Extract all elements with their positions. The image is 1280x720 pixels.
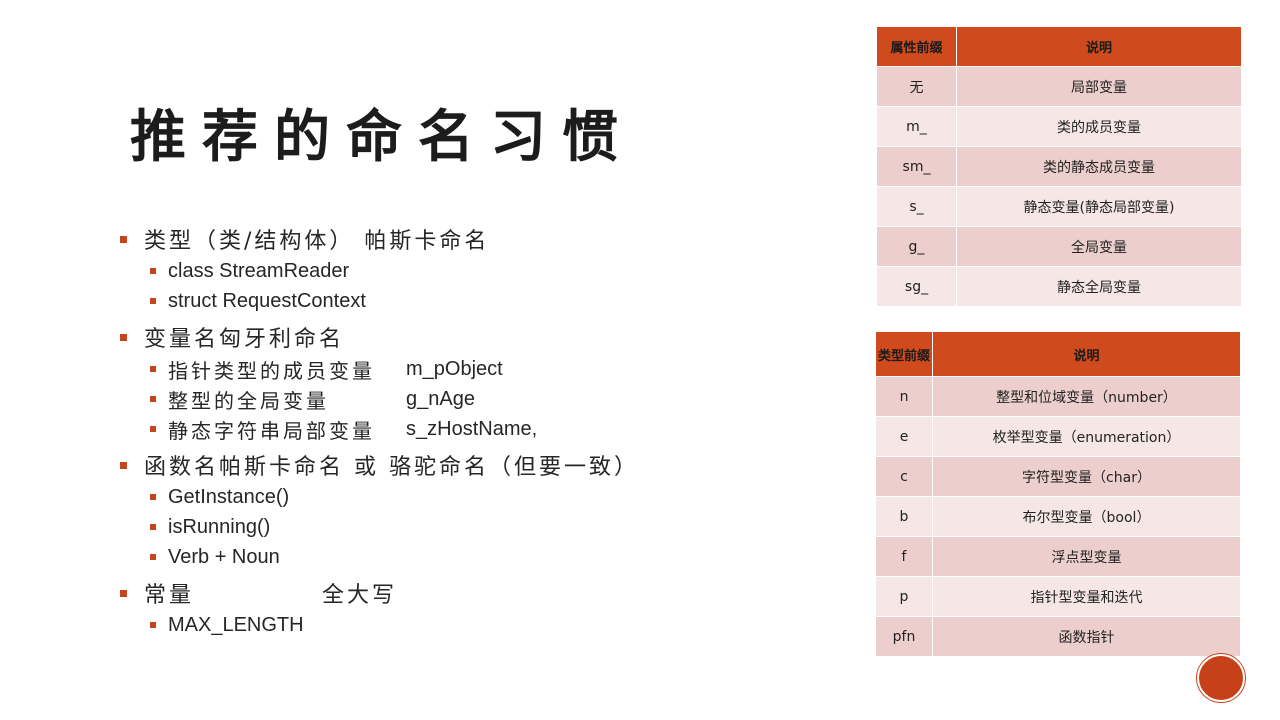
table-cell-prefix: sg_: [876, 266, 957, 307]
square-bullet-icon: [150, 494, 156, 500]
table-cell-prefix: p: [875, 576, 933, 617]
sub-bullet-item: struct RequestContext: [120, 286, 820, 316]
table-row: s_ 静态变量(静态局部变量): [876, 186, 1242, 227]
table-cell-desc: 静态全局变量: [956, 266, 1242, 307]
table-row: sm_ 类的静态成员变量: [876, 146, 1242, 187]
bullet-list: 类型（类/结构体） 帕斯卡命名 class StreamReader struc…: [120, 222, 820, 644]
table-cell-prefix: f: [875, 536, 933, 577]
sub-bullet-desc: 指针类型的成员变量: [168, 358, 375, 383]
sub-bullet-text: isRunning(): [168, 515, 271, 538]
table-row: e 枚举型变量（enumeration）: [875, 416, 1241, 457]
table-cell-desc: 指针型变量和迭代: [932, 576, 1241, 617]
slide-title: 推荐的命名习惯: [130, 104, 634, 170]
table-header-prefix: 类型前缀: [875, 331, 933, 377]
bullet-item: 函数名帕斯卡命名 或 骆驼命名（但要一致）: [120, 448, 820, 482]
bullet-group-variable-naming: 变量名匈牙利命名 指针类型的成员变量 m_pObject 整型的全局变量 g_n…: [120, 320, 820, 444]
type-prefix-table: 类型前缀 说明 n 整型和位域变量（number） e 枚举型变量（enumer…: [875, 331, 1241, 657]
square-bullet-icon: [150, 268, 156, 274]
sub-bullet-desc: 静态字符串局部变量: [168, 418, 375, 443]
sub-bullet-code: m_pObject: [406, 357, 503, 380]
table-cell-prefix: b: [875, 496, 933, 537]
table-cell-desc: 布尔型变量（bool）: [932, 496, 1241, 537]
sub-bullet-text: Verb + Noun: [168, 545, 280, 568]
table-cell-desc: 枚举型变量（enumeration）: [932, 416, 1241, 457]
square-bullet-icon: [150, 426, 156, 432]
table-row: m_ 类的成员变量: [876, 106, 1242, 147]
sub-bullet-code: g_nAge: [406, 387, 475, 410]
sub-bullet-item: isRunning(): [120, 512, 820, 542]
bullet-label: 常量: [144, 583, 195, 608]
table-row: p 指针型变量和迭代: [875, 576, 1241, 617]
table-cell-desc: 整型和位域变量（number）: [932, 376, 1241, 417]
bullet-label: 类型（类/结构体） 帕斯卡命名: [144, 229, 490, 254]
bullet-item: 类型（类/结构体） 帕斯卡命名: [120, 222, 820, 256]
table-row: g_ 全局变量: [876, 226, 1242, 267]
table-header-prefix: 属性前缀: [876, 26, 957, 67]
table-cell-desc: 类的静态成员变量: [956, 146, 1242, 187]
sub-bullet-text: class StreamReader: [168, 259, 350, 282]
sub-bullet-item: class StreamReader: [120, 256, 820, 286]
sub-bullet-item: MAX_LENGTH: [120, 610, 820, 640]
sub-bullet-item: GetInstance(): [120, 482, 820, 512]
bullet-label: 函数名帕斯卡命名 或 骆驼命名（但要一致）: [144, 455, 639, 480]
table-cell-desc: 函数指针: [932, 616, 1241, 657]
table-cell-desc: 浮点型变量: [932, 536, 1241, 577]
table-header-desc: 说明: [956, 26, 1242, 67]
table-row: n 整型和位域变量（number）: [875, 376, 1241, 417]
square-bullet-icon: [150, 622, 156, 628]
square-bullet-icon: [120, 461, 127, 469]
table-cell-desc: 类的成员变量: [956, 106, 1242, 147]
table-cell-desc: 局部变量: [956, 66, 1242, 107]
table-cell-prefix: c: [875, 456, 933, 497]
table-cell-desc: 全局变量: [956, 226, 1242, 267]
attribute-prefix-table: 属性前缀 说明 无 局部变量 m_ 类的成员变量 sm_ 类的静态成员变量 s_…: [876, 26, 1242, 307]
table-cell-desc: 字符型变量（char）: [932, 456, 1241, 497]
table-header-row: 属性前缀 说明: [876, 26, 1242, 67]
table-row: pfn 函数指针: [875, 616, 1241, 657]
table-cell-prefix: pfn: [875, 616, 933, 657]
table-header-row: 类型前缀 说明: [875, 331, 1241, 377]
table-cell-prefix: g_: [876, 226, 957, 267]
square-bullet-icon: [150, 524, 156, 530]
square-bullet-icon: [150, 554, 156, 560]
bullet-label: 变量名匈牙利命名: [144, 327, 345, 352]
table-cell-prefix: 无: [876, 66, 957, 107]
table-row: c 字符型变量（char）: [875, 456, 1241, 497]
sub-bullet-item: Verb + Noun: [120, 542, 820, 572]
sub-bullet-text: MAX_LENGTH: [168, 613, 304, 636]
square-bullet-icon: [150, 298, 156, 304]
table-row: b 布尔型变量（bool）: [875, 496, 1241, 537]
sub-bullet-item: 静态字符串局部变量 s_zHostName,: [120, 414, 820, 444]
sub-bullet-text: struct RequestContext: [168, 289, 366, 312]
sub-bullet-text: GetInstance(): [168, 485, 290, 508]
sub-bullet-item: 整型的全局变量 g_nAge: [120, 384, 820, 414]
table-cell-desc: 静态变量(静态局部变量): [956, 186, 1242, 227]
square-bullet-icon: [120, 235, 127, 243]
table-cell-prefix: s_: [876, 186, 957, 227]
square-bullet-icon: [120, 589, 127, 597]
bullet-group-type-naming: 类型（类/结构体） 帕斯卡命名 class StreamReader struc…: [120, 222, 820, 316]
bullet-group-constant-naming: 常量 全大写 MAX_LENGTH: [120, 576, 820, 640]
table-cell-prefix: sm_: [876, 146, 957, 187]
square-bullet-icon: [150, 366, 156, 372]
table-cell-prefix: e: [875, 416, 933, 457]
sub-bullet-desc: 整型的全局变量: [168, 388, 329, 413]
bullet-item: 常量 全大写: [120, 576, 820, 610]
decorative-circle-icon: [1197, 654, 1245, 702]
table-row: sg_ 静态全局变量: [876, 266, 1242, 307]
sub-bullet-item: 指针类型的成员变量 m_pObject: [120, 354, 820, 384]
table-row: 无 局部变量: [876, 66, 1242, 107]
sub-bullet-code: s_zHostName,: [406, 417, 538, 440]
square-bullet-icon: [120, 333, 127, 341]
table-cell-prefix: m_: [876, 106, 957, 147]
table-cell-prefix: n: [875, 376, 933, 417]
square-bullet-icon: [150, 396, 156, 402]
bullet-item: 变量名匈牙利命名: [120, 320, 820, 354]
bullet-label-secondary: 全大写: [322, 583, 398, 608]
table-header-desc: 说明: [932, 331, 1241, 377]
bullet-group-function-naming: 函数名帕斯卡命名 或 骆驼命名（但要一致） GetInstance() isRu…: [120, 448, 820, 572]
table-row: f 浮点型变量: [875, 536, 1241, 577]
